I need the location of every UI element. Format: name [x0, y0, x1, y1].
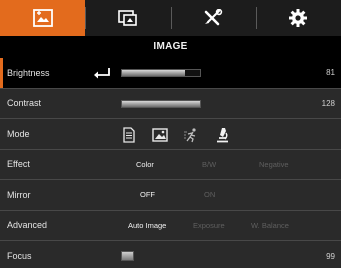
mode-label: Mode [7, 128, 30, 139]
display-icon [118, 10, 137, 26]
microscope-icon[interactable] [214, 127, 230, 143]
tools-icon [204, 9, 223, 26]
effect-option-bw[interactable]: B/W [202, 160, 216, 169]
mode-row[interactable]: Mode [0, 119, 341, 150]
menu-tab-bar [0, 0, 341, 36]
brightness-row[interactable]: Brightness 81 [0, 58, 341, 89]
effect-option-color[interactable]: Color [136, 160, 154, 169]
image-adjust-icon [32, 9, 53, 27]
advanced-option-exposure[interactable]: Exposure [193, 221, 225, 230]
effect-option-negative[interactable]: Negative [259, 160, 289, 169]
advanced-label: Advanced [7, 220, 48, 231]
mirror-option-off[interactable]: OFF [140, 190, 155, 199]
contrast-label: Contrast [7, 98, 42, 109]
motion-icon[interactable] [183, 127, 199, 143]
enter-icon [94, 68, 110, 79]
tab-settings[interactable] [255, 0, 341, 36]
gear-icon [289, 9, 308, 27]
image-settings-panel: IMAGE Brightness 81 Contrast 128 Mode Ef… [0, 0, 341, 268]
focus-value: 99 [326, 251, 335, 261]
document-icon[interactable] [121, 127, 137, 143]
brightness-slider-fill [122, 70, 186, 76]
brightness-slider[interactable] [121, 69, 201, 77]
brightness-value: 81 [326, 68, 335, 78]
advanced-option-auto-image[interactable]: Auto Image [128, 221, 166, 230]
settings-list: Brightness 81 Contrast 128 Mode Effect C… [0, 58, 341, 268]
effect-row[interactable]: Effect Color B/W Negative [0, 150, 341, 180]
advanced-option-white-balance[interactable]: W. Balance [251, 221, 289, 230]
advanced-row[interactable]: Advanced Auto Image Exposure W. Balance [0, 211, 341, 241]
focus-adjust-button[interactable] [121, 251, 134, 261]
contrast-value: 128 [321, 98, 335, 108]
tab-image[interactable] [0, 0, 86, 36]
contrast-row[interactable]: Contrast 128 [0, 89, 341, 119]
contrast-slider[interactable] [121, 99, 201, 108]
mirror-label: Mirror [7, 189, 31, 200]
mirror-option-on[interactable]: ON [204, 190, 215, 199]
section-title: IMAGE [0, 36, 341, 58]
contrast-slider-fill [122, 100, 200, 107]
mirror-row[interactable]: Mirror OFF ON [0, 180, 341, 211]
tab-tools[interactable] [170, 0, 256, 36]
focus-row[interactable]: Focus 99 [0, 241, 341, 268]
photo-icon[interactable] [152, 127, 168, 143]
brightness-label: Brightness [7, 67, 50, 78]
effect-label: Effect [7, 159, 30, 170]
tab-display[interactable] [85, 0, 170, 36]
focus-label: Focus [7, 251, 32, 262]
